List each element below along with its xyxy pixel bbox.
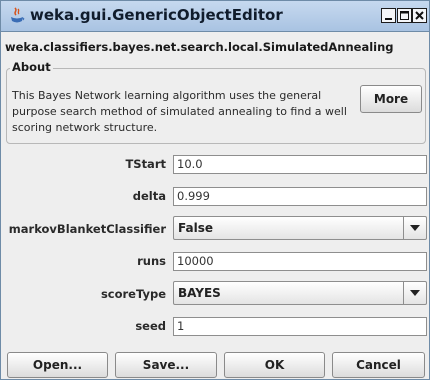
delta-field[interactable]: 0.999 bbox=[173, 187, 427, 206]
property-label-seed: seed bbox=[135, 319, 166, 333]
minimize-icon bbox=[385, 18, 392, 20]
java-icon bbox=[9, 7, 25, 25]
generic-object-editor-window: weka.gui.GenericObjectEditor weka.classi… bbox=[0, 0, 430, 380]
property-label-delta: delta bbox=[132, 189, 166, 203]
dropdown-arrow[interactable] bbox=[403, 282, 426, 304]
close-button[interactable] bbox=[412, 8, 427, 23]
runs-field[interactable]: 10000 bbox=[173, 252, 427, 271]
dropdown-arrow[interactable] bbox=[403, 217, 426, 239]
save-button[interactable]: Save... bbox=[115, 352, 217, 378]
property-label-score-type: scoreType bbox=[100, 287, 166, 301]
maximize-button[interactable] bbox=[397, 8, 412, 23]
chevron-down-icon bbox=[410, 225, 420, 231]
markov-blanket-classifier-value: False bbox=[178, 221, 213, 235]
cancel-button[interactable]: Cancel bbox=[332, 352, 425, 378]
window-title: weka.gui.GenericObjectEditor bbox=[30, 6, 283, 24]
markov-blanket-classifier-dropdown[interactable]: False bbox=[173, 216, 427, 240]
open-button[interactable]: Open... bbox=[7, 352, 108, 378]
about-panel-title: About bbox=[10, 60, 53, 74]
property-label-markov-blanket-classifier: markovBlanketClassifier bbox=[8, 222, 166, 236]
close-icon bbox=[415, 11, 424, 20]
title-bar[interactable]: weka.gui.GenericObjectEditor bbox=[1, 1, 429, 32]
tstart-field[interactable]: 10.0 bbox=[173, 155, 427, 174]
about-description: This Bayes Network learning algorithm us… bbox=[12, 89, 347, 134]
seed-field[interactable]: 1 bbox=[173, 317, 427, 336]
property-label-runs: runs bbox=[137, 254, 166, 268]
chevron-down-icon bbox=[410, 290, 420, 296]
class-name-label: weka.classifiers.bayes.net.search.local.… bbox=[5, 40, 394, 54]
more-button[interactable]: More bbox=[360, 85, 422, 113]
property-label-tstart: TStart bbox=[125, 157, 166, 171]
minimize-button[interactable] bbox=[381, 8, 396, 23]
maximize-icon bbox=[400, 11, 409, 20]
score-type-value: BAYES bbox=[178, 286, 221, 300]
score-type-dropdown[interactable]: BAYES bbox=[173, 281, 427, 305]
ok-button[interactable]: OK bbox=[224, 352, 325, 378]
